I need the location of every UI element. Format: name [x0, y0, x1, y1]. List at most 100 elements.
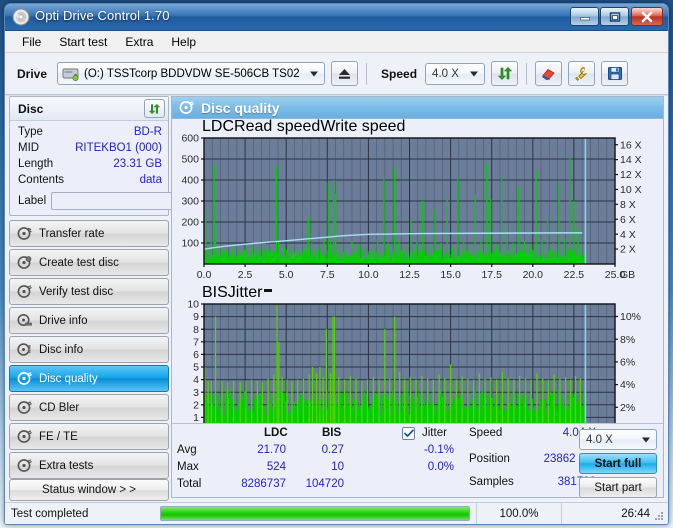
- drive-select[interactable]: (O:) TSSTcorp BDDVDW SE-506CB TS02: [57, 62, 325, 85]
- maximize-button[interactable]: [600, 7, 629, 26]
- drive-icon: [62, 66, 79, 81]
- svg-text:2: 2: [193, 399, 199, 411]
- legend-label: Read speed: [234, 118, 320, 135]
- svg-text:12 X: 12 X: [620, 169, 642, 181]
- legend-label: BIS: [202, 284, 228, 301]
- svg-text:6: 6: [193, 349, 199, 361]
- toolbar: Drive (O:) TSSTcorp BDDVDW SE-506CB TS02…: [5, 53, 668, 95]
- sidebar-item-cd-bler[interactable]: CD Bler: [9, 394, 169, 421]
- disc-icon: [17, 226, 32, 241]
- sidebar-item-label: Transfer rate: [39, 228, 104, 240]
- minimize-button[interactable]: [570, 7, 599, 26]
- svg-text:7.5: 7.5: [320, 269, 335, 281]
- svg-text:16 X: 16 X: [620, 139, 642, 151]
- svg-text:8%: 8%: [620, 334, 635, 346]
- sidebar-item-label: Disc info: [39, 344, 83, 356]
- save-button[interactable]: [601, 61, 628, 86]
- drive-value: (O:) TSSTcorp BDDVDW SE-506CB TS02: [84, 68, 300, 80]
- refresh-icon: [148, 103, 161, 115]
- start-part-button[interactable]: Start part: [579, 477, 657, 498]
- stats-row-label-total: Total: [177, 478, 201, 490]
- application-window: Opti Drive Control 1.70 File Start test …: [4, 3, 669, 525]
- sidebar-item-label: Drive info: [39, 315, 88, 327]
- disc-row-type: Type BD-R: [10, 124, 168, 140]
- disc-refresh-button[interactable]: [144, 99, 165, 118]
- svg-text:200: 200: [181, 217, 199, 229]
- sidebar-item-label: Extra tests: [39, 460, 93, 472]
- sidebar-item-disc-quality[interactable]: Disc quality: [9, 365, 169, 392]
- svg-text:14 X: 14 X: [620, 154, 642, 166]
- status-window-button[interactable]: Status window > >: [9, 479, 169, 501]
- svg-text:4: 4: [193, 374, 199, 386]
- bis-total: 104720: [284, 478, 344, 490]
- minimize-icon: [579, 12, 590, 21]
- menu-file[interactable]: File: [13, 33, 50, 51]
- tools-button[interactable]: [568, 61, 595, 86]
- stats-row-label-avg: Avg: [177, 444, 197, 456]
- resize-grip-icon[interactable]: [653, 510, 665, 522]
- start-full-button[interactable]: Start full: [579, 453, 657, 474]
- maximize-icon: [609, 11, 621, 22]
- jitter-avg: -0.1%: [402, 444, 454, 456]
- legend-label: Write speed: [320, 118, 405, 135]
- disc-row-key: Contents: [18, 174, 64, 186]
- menu-help[interactable]: Help: [162, 33, 205, 51]
- sidebar-item-verify-test-disc[interactable]: Verify test disc: [9, 278, 169, 305]
- ldc-chart-canvas[interactable]: 1002003004005006002 X4 X6 X8 X10 X12 X14…: [172, 134, 667, 284]
- sidebar-nav: Transfer rate Create test disc: [9, 220, 169, 479]
- disc-row-value: BD-R: [134, 126, 162, 138]
- eject-button[interactable]: [331, 61, 358, 86]
- refresh-icon: [497, 66, 513, 81]
- bis-max: 10: [292, 461, 344, 473]
- sidebar-item-create-test-disc[interactable]: Create test disc: [9, 249, 169, 276]
- svg-text:2.5: 2.5: [238, 269, 253, 281]
- svg-text:6 X: 6 X: [620, 214, 636, 226]
- svg-text:8 X: 8 X: [620, 199, 636, 211]
- disc-row-key: Length: [18, 158, 53, 170]
- jitter-checkbox[interactable]: [402, 427, 415, 440]
- sidebar-item-transfer-rate[interactable]: Transfer rate: [9, 220, 169, 247]
- svg-text:4%: 4%: [620, 379, 635, 391]
- speed-label: Speed: [381, 67, 417, 81]
- eject-icon: [337, 67, 352, 81]
- legend-jitter: Jitter: [228, 284, 263, 302]
- legend-extra-marker: [264, 289, 272, 292]
- menu-start-test[interactable]: Start test: [50, 33, 116, 51]
- disc-panel-title: Disc: [18, 102, 43, 116]
- disc-row-contents: Contents data: [10, 172, 168, 188]
- chevron-down-icon: [470, 71, 478, 76]
- progress-bar-fill: [161, 507, 469, 520]
- main-body: Disc Type BD-R MID RIT: [5, 96, 668, 524]
- test-speed-value: 4.0 X: [586, 434, 613, 446]
- disc-row-key: MID: [18, 142, 39, 154]
- sidebar-item-disc-info[interactable]: Disc info: [9, 336, 169, 363]
- close-icon: [641, 11, 654, 23]
- svg-text:500: 500: [181, 154, 199, 166]
- sidebar-item-extra-tests[interactable]: Extra tests: [9, 452, 169, 479]
- svg-text:2 X: 2 X: [620, 244, 636, 256]
- ldc-chart: LDC Read speed Write speed 1002003004005…: [172, 119, 663, 284]
- test-speed-select[interactable]: 4.0 X: [579, 429, 657, 450]
- disc-icon: [17, 400, 32, 415]
- svg-text:9: 9: [193, 311, 199, 323]
- menu-extra[interactable]: Extra: [116, 33, 162, 51]
- legend-bis: BIS: [202, 284, 228, 302]
- svg-text:4 X: 4 X: [620, 229, 636, 241]
- legend-label: LDC: [202, 118, 234, 135]
- svg-text:20.0: 20.0: [523, 269, 544, 281]
- sidebar-item-drive-info[interactable]: Drive info: [9, 307, 169, 334]
- refresh-button[interactable]: [491, 61, 518, 86]
- svg-text:10 X: 10 X: [620, 184, 642, 196]
- svg-text:22.5: 22.5: [564, 269, 585, 281]
- sidebar-item-fe-te[interactable]: FE / TE: [9, 423, 169, 450]
- sidebar-item-label: Create test disc: [39, 257, 119, 269]
- disc-icon: [17, 342, 32, 357]
- legend-label: Jitter: [228, 284, 263, 301]
- speed-select[interactable]: 4.0 X: [425, 63, 485, 85]
- svg-text:300: 300: [181, 196, 199, 208]
- close-button[interactable]: [631, 7, 663, 26]
- jitter-max: 0.0%: [402, 461, 454, 473]
- erase-button[interactable]: [535, 61, 562, 86]
- check-icon: [404, 429, 414, 438]
- svg-text:7: 7: [193, 336, 199, 348]
